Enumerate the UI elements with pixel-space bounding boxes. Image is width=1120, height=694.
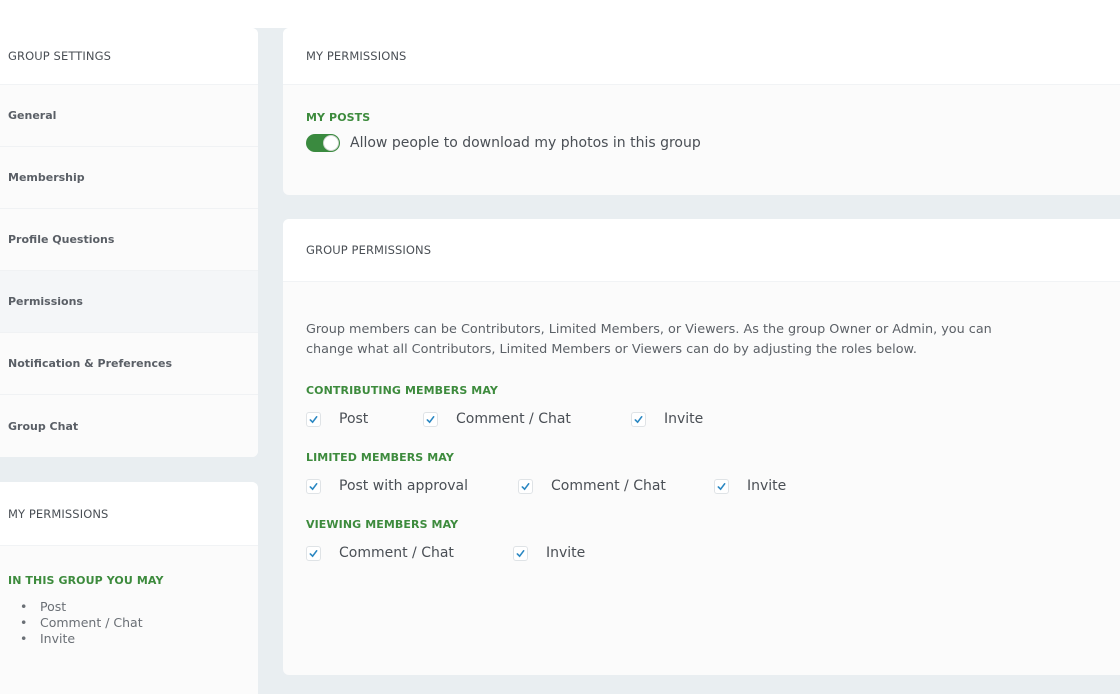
checkbox[interactable] <box>306 545 321 561</box>
check-icon <box>634 415 643 423</box>
group-permissions-title: GROUP PERMISSIONS <box>283 219 1120 282</box>
check-icon <box>309 482 318 490</box>
checkbox-label: Comment / Chat <box>551 478 666 494</box>
limited-members-label: LIMITED MEMBERS MAY <box>306 451 454 464</box>
limited-members-options: Post with approval Comment / Chat Invite <box>306 478 1097 494</box>
description-line: Group members can be Contributors, Limit… <box>306 322 992 337</box>
bullet-icon: • <box>20 631 28 646</box>
sidebar-item-profile-questions[interactable]: Profile Questions <box>0 209 258 271</box>
sidebar-item-notification-preferences[interactable]: Notification & Preferences <box>0 333 258 395</box>
check-icon <box>309 415 318 423</box>
contributing-members-label: CONTRIBUTING MEMBERS MAY <box>306 384 498 397</box>
check-icon <box>426 415 435 423</box>
sidebar-item-label: Permissions <box>8 295 83 308</box>
download-photos-label: Allow people to download my photos in th… <box>350 135 701 151</box>
sidebar-item-general[interactable]: General <box>0 85 258 147</box>
my-permissions-summary-card: MY PERMISSIONS IN THIS GROUP YOU MAY • Po… <box>0 482 258 694</box>
checkbox-label: Post <box>339 411 369 427</box>
limited-post-with-approval-checkbox[interactable]: Post with approval <box>306 478 518 494</box>
check-icon <box>521 482 530 490</box>
my-permissions-card: MY PERMISSIONS MY POSTS Allow people to … <box>283 28 1120 195</box>
permission-text: Invite <box>40 631 76 646</box>
checkbox[interactable] <box>631 411 646 427</box>
checkbox[interactable] <box>513 545 528 561</box>
list-item: • Invite <box>8 631 250 647</box>
checkbox-label: Invite <box>664 411 704 427</box>
check-icon <box>516 549 525 557</box>
viewing-members-label: VIEWING MEMBERS MAY <box>306 518 459 531</box>
bullet-icon: • <box>20 615 28 630</box>
my-permissions-list: • Post • Comment / Chat • Invite <box>8 599 250 647</box>
checkbox-label: Comment / Chat <box>339 545 454 561</box>
viewing-comment-chat-checkbox[interactable]: Comment / Chat <box>306 545 513 561</box>
checkbox[interactable] <box>714 478 729 494</box>
list-item: • Comment / Chat <box>8 615 250 631</box>
viewing-members-options: Comment / Chat Invite <box>306 545 1097 561</box>
checkbox[interactable] <box>306 411 321 427</box>
sidebar-item-label: Profile Questions <box>8 233 115 246</box>
sidebar-item-label: Membership <box>8 171 85 184</box>
sidebar-item-label: Notification & Preferences <box>8 357 172 370</box>
checkbox-label: Comment / Chat <box>456 411 571 427</box>
permission-text: Comment / Chat <box>40 615 143 630</box>
check-icon <box>309 549 318 557</box>
my-posts-label: MY POSTS <box>306 111 371 124</box>
contributing-comment-chat-checkbox[interactable]: Comment / Chat <box>423 411 631 427</box>
limited-invite-checkbox[interactable]: Invite <box>714 478 786 494</box>
group-permissions-card: GROUP PERMISSIONS Group members can be C… <box>283 219 1120 675</box>
checkbox-label: Post with approval <box>339 478 469 494</box>
sidebar-item-label: Group Chat <box>8 419 79 433</box>
checkbox[interactable] <box>518 478 533 494</box>
download-photos-toggle[interactable] <box>306 134 340 152</box>
bullet-icon: • <box>20 599 28 614</box>
sidebar-item-label: General <box>8 109 57 122</box>
description-line: change what all Contributors, Limited Me… <box>306 342 917 357</box>
limited-comment-chat-checkbox[interactable]: Comment / Chat <box>518 478 714 494</box>
toggle-knob <box>323 135 339 151</box>
permission-text: Post <box>40 599 67 614</box>
my-permissions-title: MY PERMISSIONS <box>283 28 1120 85</box>
checkbox[interactable] <box>306 478 321 494</box>
checkbox-label: Invite <box>546 545 586 561</box>
in-this-group-label: IN THIS GROUP YOU MAY <box>8 574 164 587</box>
contributing-invite-checkbox[interactable]: Invite <box>631 411 703 427</box>
group-settings-card: GROUP SETTINGS General Membership Profil… <box>0 28 258 457</box>
my-permissions-summary-title: MY PERMISSIONS <box>0 482 258 546</box>
sidebar-item-permissions[interactable]: Permissions <box>0 271 258 333</box>
list-item: • Post <box>8 599 250 615</box>
viewing-invite-checkbox[interactable]: Invite <box>513 545 585 561</box>
checkbox[interactable] <box>423 411 438 427</box>
sidebar-item-group-chat[interactable]: Group Chat <box>0 395 258 457</box>
contributing-members-options: Post Comment / Chat Invite <box>306 411 1097 427</box>
check-icon <box>717 482 726 490</box>
group-settings-title: GROUP SETTINGS <box>0 28 258 85</box>
group-permissions-description: Group members can be Contributors, Limit… <box>306 320 1097 360</box>
checkbox-label: Invite <box>747 478 787 494</box>
contributing-post-checkbox[interactable]: Post <box>306 411 423 427</box>
sidebar-item-membership[interactable]: Membership <box>0 147 258 209</box>
